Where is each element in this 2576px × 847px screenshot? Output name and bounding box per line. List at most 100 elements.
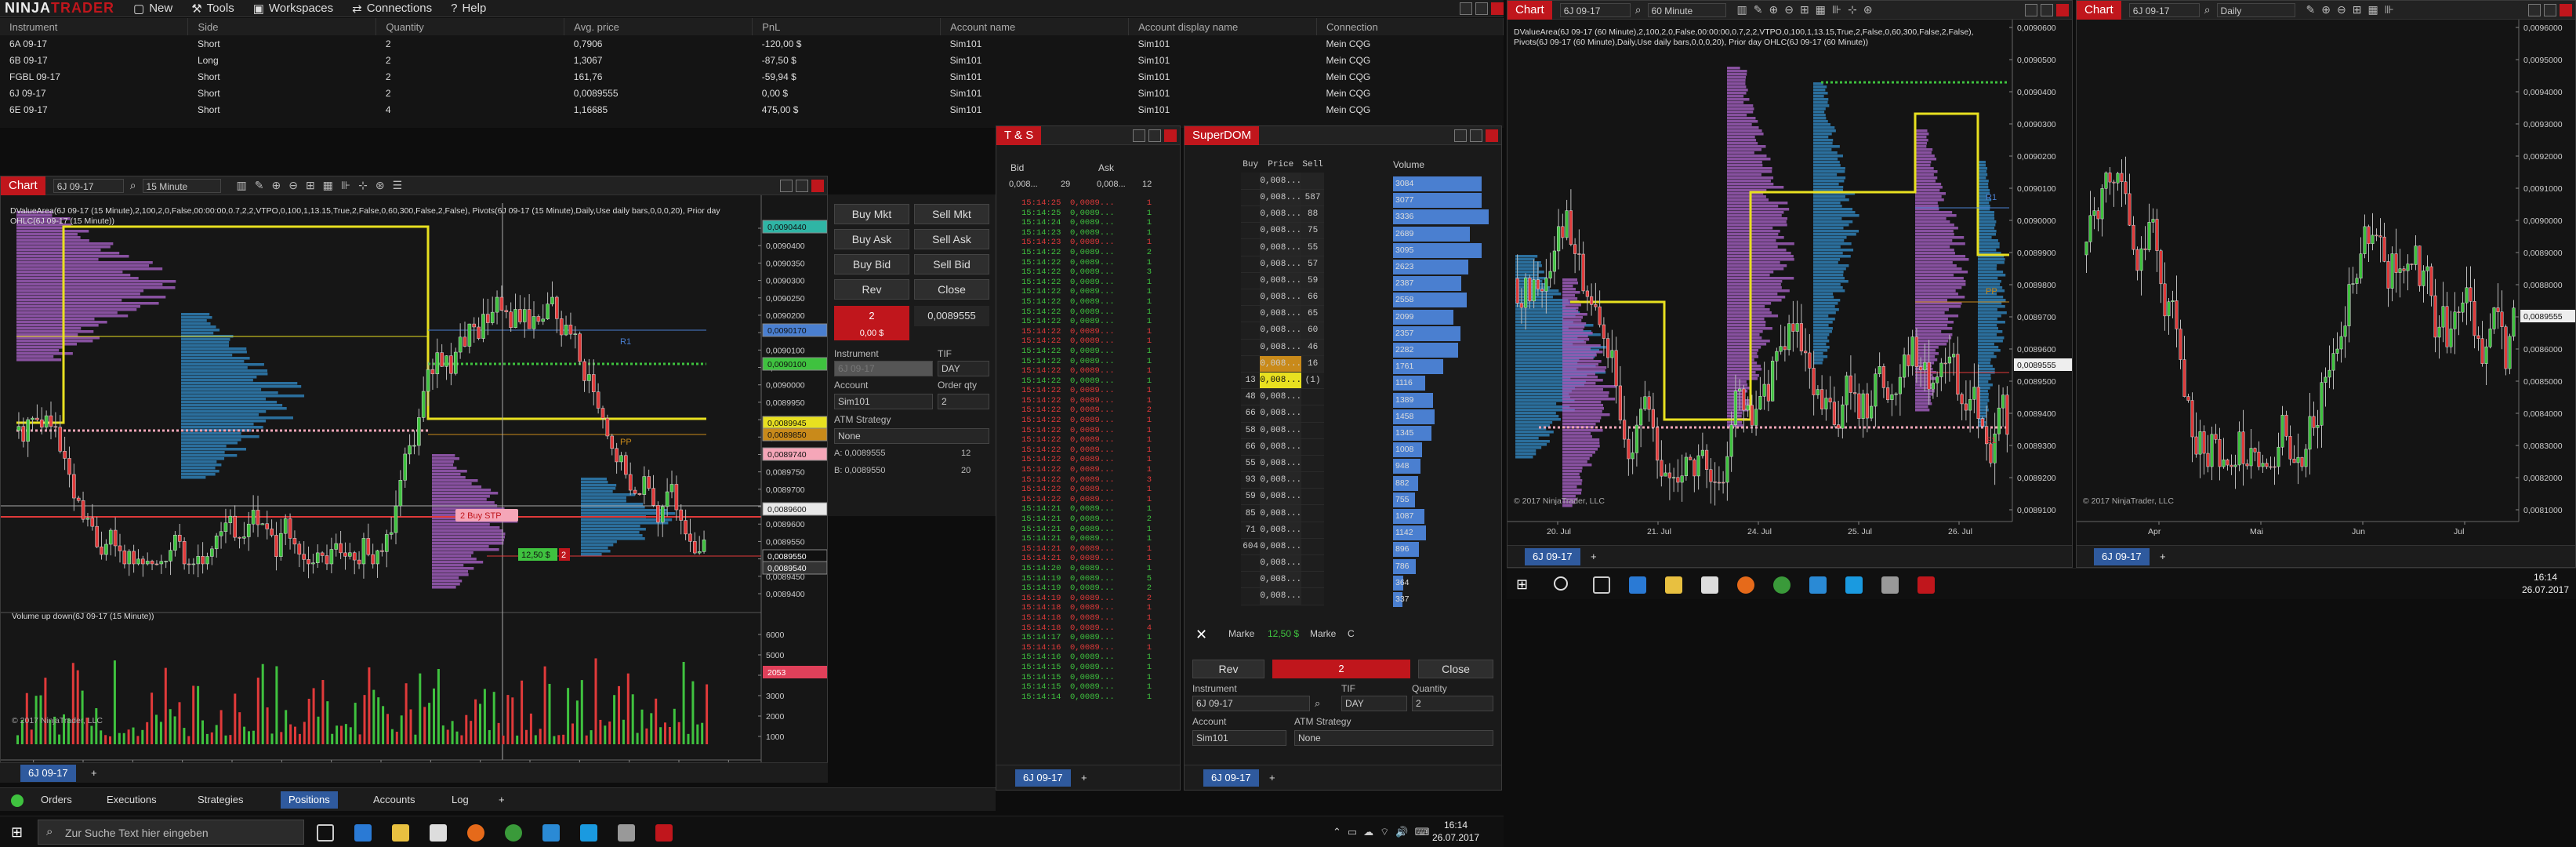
- tif-select[interactable]: DAY: [938, 361, 989, 376]
- dom-row[interactable]: 0,008... 66: [1241, 289, 1324, 307]
- right-task-view-icon[interactable]: [1593, 576, 1610, 594]
- dom-price-cell[interactable]: 0,008...: [1260, 256, 1302, 273]
- position-row[interactable]: 6A 09-17 Short 2 0,7906 -120,00 $ Sim101 Sim10…: [0, 35, 1504, 52]
- right-network-app-icon[interactable]: [1881, 576, 1899, 594]
- atm-strategy-select[interactable]: None: [834, 428, 989, 444]
- chart3-interval-selector[interactable]: Daily: [2216, 2, 2295, 17]
- dom-buy-cell[interactable]: [1241, 256, 1261, 273]
- dom-sell-cell[interactable]: 60: [1301, 322, 1324, 340]
- positions-header-4[interactable]: PnL: [752, 18, 942, 35]
- dom-price-cell[interactable]: 0,008...: [1260, 571, 1302, 589]
- dom-buy-cell[interactable]: [1241, 272, 1261, 290]
- dom-row[interactable]: 59 0,008...: [1241, 488, 1324, 506]
- ts-list[interactable]: 15:14:25 0,0089... 1 15:14:25 0,0089... 1 15:1…: [1021, 198, 1167, 763]
- ts-tab[interactable]: 6J 09-17: [1015, 769, 1071, 787]
- dom-price-cell[interactable]: 0,008...: [1260, 189, 1302, 207]
- dom-quantity-stepper[interactable]: 2: [1412, 696, 1493, 711]
- dom-row[interactable]: 85 0,008...: [1241, 504, 1324, 522]
- dom-sell-cell[interactable]: 55: [1301, 238, 1324, 256]
- dom-buy-cell[interactable]: [1241, 587, 1261, 605]
- dom-buy-cell[interactable]: 55: [1241, 455, 1261, 473]
- sell-bid-button[interactable]: Sell Bid: [914, 254, 989, 274]
- right-ninjatrader-icon[interactable]: [1917, 576, 1935, 594]
- dom-atm-select[interactable]: None: [1294, 730, 1493, 746]
- dom-sell-cell[interactable]: [1301, 388, 1324, 406]
- close-button[interactable]: [2560, 4, 2572, 16]
- dom-instrument-select[interactable]: 6J 09-17: [1192, 696, 1310, 711]
- maximize-button[interactable]: [1475, 2, 1488, 15]
- minimize-button[interactable]: [1133, 129, 1145, 142]
- dom-buy-cell[interactable]: [1241, 339, 1261, 356]
- position-row[interactable]: 6B 09-17 Long 2 1,3067 -87,50 $ Sim101 Sim101 M…: [0, 52, 1504, 68]
- dom-buy-cell[interactable]: [1241, 571, 1261, 589]
- maximize-button[interactable]: [796, 180, 808, 192]
- cc-tab-log[interactable]: Log: [444, 791, 477, 809]
- right-cortana-icon[interactable]: [1554, 576, 1568, 591]
- right-skype-icon[interactable]: [1845, 576, 1863, 594]
- chart1-tab[interactable]: 6J 09-17: [20, 765, 76, 782]
- dom-sell-cell[interactable]: 88: [1301, 205, 1324, 224]
- dom-price-cell[interactable]: 0,008...: [1260, 504, 1302, 522]
- dom-sell-cell[interactable]: [1301, 571, 1324, 589]
- account-select[interactable]: Sim101: [834, 394, 933, 409]
- chart2-canvas[interactable]: R1PPS10,00906000,00905000,00904000,00903…: [1508, 20, 2073, 547]
- chart3-drawing-tools-icons[interactable]: ✎⊕⊖⊞▦⊪: [2306, 3, 2400, 16]
- maximize-button[interactable]: [2544, 4, 2556, 16]
- dom-sell-cell[interactable]: [1301, 504, 1324, 522]
- dom-buy-cell[interactable]: [1241, 289, 1261, 307]
- dom-price-cell[interactable]: 0,008...: [1260, 205, 1302, 224]
- dom-buy-cell[interactable]: [1241, 554, 1261, 573]
- dom-tif-select[interactable]: DAY: [1341, 696, 1407, 711]
- cc-add-tab-button[interactable]: +: [491, 791, 513, 809]
- positions-header-1[interactable]: Side: [187, 18, 377, 35]
- right-edge-icon[interactable]: [1629, 576, 1646, 594]
- dom-buy-cell[interactable]: 604: [1241, 538, 1261, 556]
- dom-row[interactable]: 93 0,008...: [1241, 471, 1324, 489]
- dom-price-cell[interactable]: 0,008...: [1260, 471, 1302, 489]
- task-view-icon[interactable]: [317, 824, 334, 842]
- dom-sell-cell[interactable]: [1301, 455, 1324, 473]
- dom-rev-button[interactable]: Rev: [1192, 660, 1264, 678]
- dom-buy-cell[interactable]: [1241, 238, 1261, 256]
- dom-price-cell[interactable]: 0,008...: [1260, 305, 1302, 323]
- dom-row[interactable]: 0,008... 55: [1241, 238, 1324, 256]
- buy-market-button[interactable]: Buy Mkt: [834, 204, 909, 224]
- buy-bid-button[interactable]: Buy Bid: [834, 254, 909, 274]
- buy-ask-button[interactable]: Buy Ask: [834, 229, 909, 249]
- order-qty-stepper[interactable]: 2: [938, 394, 989, 409]
- dom-row[interactable]: 55 0,008...: [1241, 455, 1324, 473]
- dom-row[interactable]: 0,008... 65: [1241, 305, 1324, 323]
- dom-sell-cell[interactable]: 66: [1301, 289, 1324, 307]
- dom-row[interactable]: 0,008... 46: [1241, 339, 1324, 356]
- positions-header-0[interactable]: Instrument: [0, 18, 189, 35]
- minimize-button[interactable]: [780, 180, 793, 192]
- dom-price-cell[interactable]: 0,008...: [1260, 339, 1302, 356]
- right-start-icon[interactable]: ⊞: [1516, 576, 1528, 593]
- menu-help[interactable]: ? Help: [451, 2, 486, 15]
- minimize-button[interactable]: [2025, 4, 2037, 16]
- file-explorer-icon[interactable]: [392, 824, 409, 842]
- firefox-icon[interactable]: [467, 824, 484, 842]
- cc-tab-orders[interactable]: Orders: [33, 791, 80, 809]
- chart3-search-icon[interactable]: ⌕: [2204, 3, 2211, 16]
- dom-price-cell[interactable]: 0,008...: [1260, 538, 1302, 556]
- dom-row[interactable]: 0,008...: [1241, 587, 1324, 605]
- close-button[interactable]: [2056, 4, 2069, 16]
- dom-account-select[interactable]: Sim101: [1192, 730, 1286, 746]
- dom-buy-cell[interactable]: [1241, 189, 1261, 207]
- right-firefox-icon[interactable]: [1737, 576, 1754, 594]
- dom-price-cell[interactable]: 0,008...: [1260, 488, 1302, 506]
- positions-header-3[interactable]: Avg. price: [564, 18, 753, 35]
- windows-start-icon[interactable]: ⊞: [11, 824, 23, 841]
- dom-row[interactable]: 0,008... 59: [1241, 272, 1324, 290]
- dom-tab[interactable]: 6J 09-17: [1203, 769, 1259, 787]
- position-row[interactable]: 6E 09-17 Short 4 1,16685 475,00 $ Sim101 Sim10…: [0, 101, 1504, 118]
- dom-sell-cell[interactable]: 46: [1301, 339, 1324, 356]
- menu-connections[interactable]: ⇄ Connections: [352, 2, 432, 16]
- dom-price-cell[interactable]: 0,008...: [1260, 322, 1302, 340]
- dom-price-cell[interactable]: 0,008...: [1260, 173, 1302, 190]
- dom-buy-cell[interactable]: 58: [1241, 422, 1261, 439]
- dom-price-cell[interactable]: 0,008...: [1260, 289, 1302, 307]
- right-explorer-icon[interactable]: [1665, 576, 1682, 594]
- interval-selector[interactable]: 15 Minute: [142, 178, 221, 193]
